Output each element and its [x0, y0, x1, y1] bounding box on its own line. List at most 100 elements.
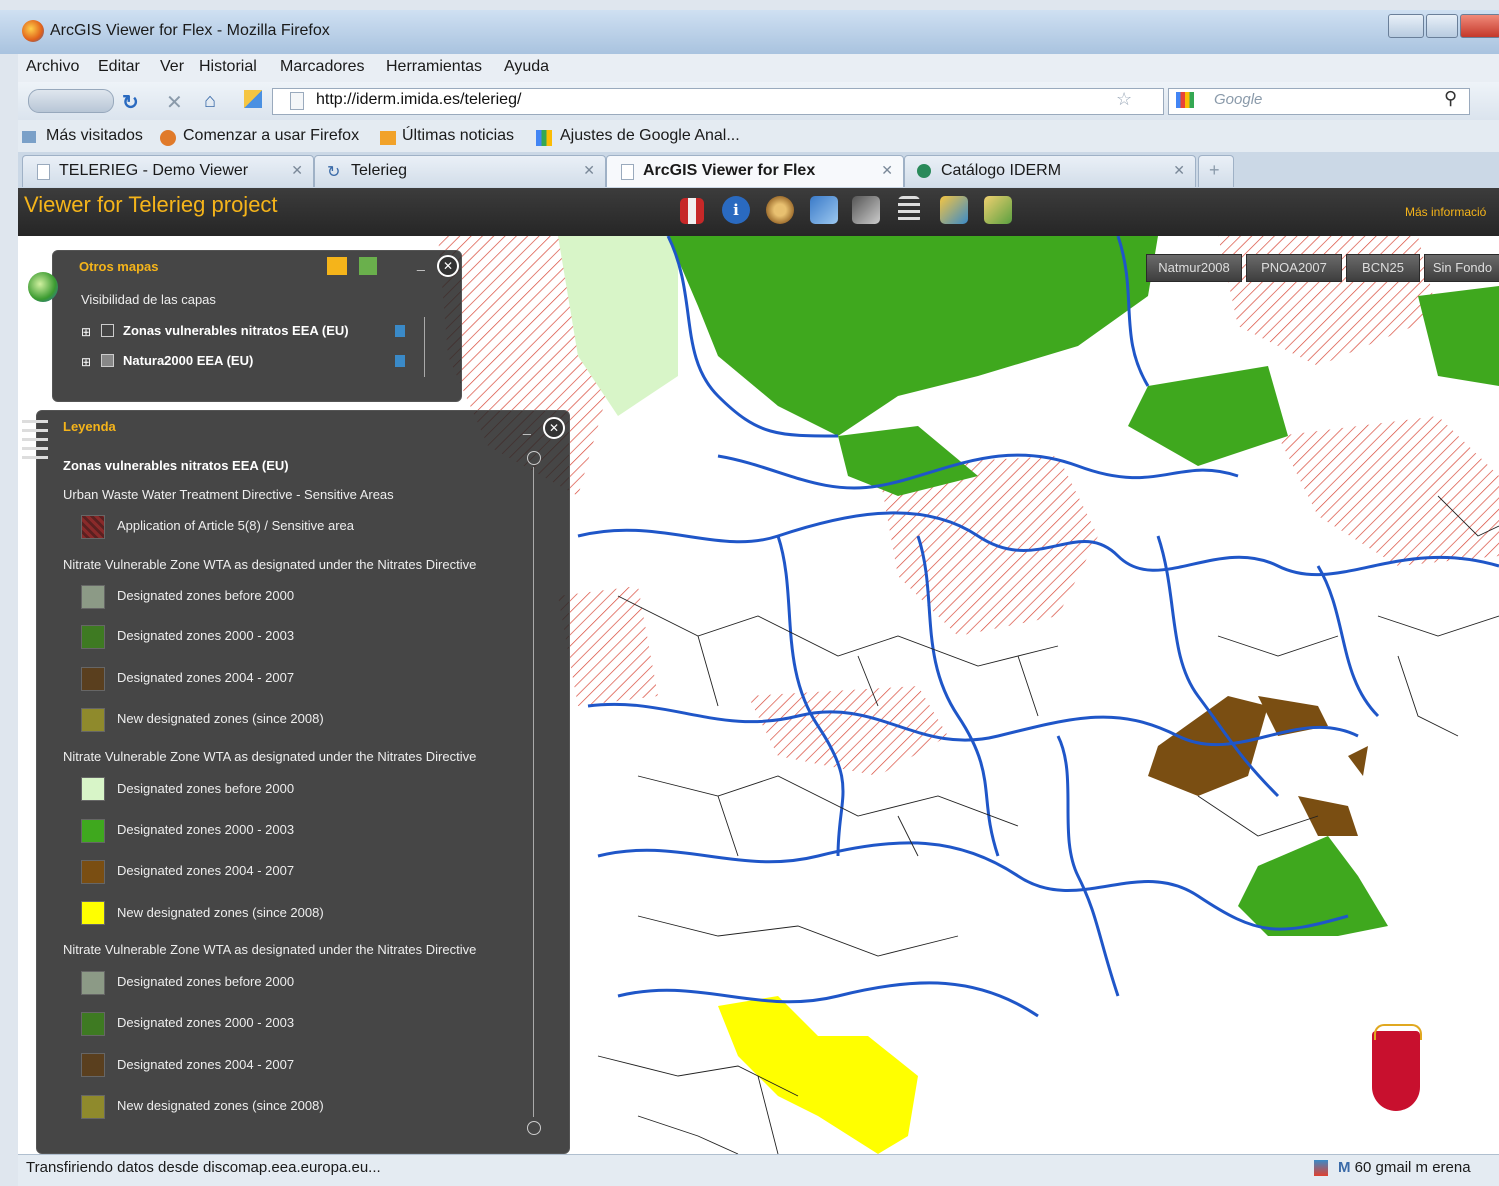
loading-icon: ↻	[327, 164, 341, 181]
legend-item-label: Designated zones 2004 - 2007	[117, 863, 295, 878]
info-tool-icon[interactable]: i	[722, 196, 750, 224]
legend-item-label: Designated zones 2004 - 2007	[117, 670, 295, 685]
scrollbar-track[interactable]	[533, 467, 534, 1117]
layer-natura2000[interactable]: Natura2000 EEA (EU)	[123, 353, 253, 368]
reload-icon[interactable]: ↻	[122, 90, 139, 115]
bookmark-ultimas-noticias[interactable]: Últimas noticias	[402, 127, 514, 145]
edit-tool-icon[interactable]	[810, 196, 838, 224]
transparency-slider[interactable]	[424, 317, 435, 377]
tab-bar: TELERIEG - Demo Viewer ✕ ↻ Telerieg ✕ Ar…	[18, 152, 1499, 188]
bookmark-addon-icon[interactable]	[244, 90, 262, 108]
gmail-notifier[interactable]: M 60 gmail m erena	[1338, 1159, 1471, 1176]
minimize-panel-button[interactable]: _	[417, 255, 425, 271]
legend-item-label: New designated zones (since 2008)	[117, 905, 324, 920]
new-tab-button[interactable]: +	[1198, 155, 1234, 187]
layers-panel: Otros mapas _ ✕ Visibilidad de las capas…	[52, 250, 462, 402]
tab-telerieg-demo[interactable]: TELERIEG - Demo Viewer ✕	[22, 155, 314, 187]
legend-swatch	[81, 667, 105, 691]
menubar: Archivo Editar Ver Historial Marcadores …	[18, 54, 1499, 82]
bookmark-comenzar[interactable]: Comenzar a usar Firefox	[183, 127, 359, 145]
close-tab-icon[interactable]: ✕	[1173, 162, 1185, 179]
close-panel-button[interactable]: ✕	[543, 417, 565, 439]
basemap-natmur2008[interactable]: Natmur2008	[1146, 254, 1242, 282]
measure-tool-icon[interactable]	[852, 196, 880, 224]
page-icon	[37, 164, 50, 180]
window-title: ArcGIS Viewer for Flex - Mozilla Firefox	[50, 22, 330, 39]
bookmark-mas-visitados[interactable]: Más visitados	[46, 127, 143, 145]
star-icon[interactable]: ☆	[1116, 89, 1132, 110]
legend-group-title: Nitrate Vulnerable Zone WTA as designate…	[63, 749, 477, 764]
expand-icon[interactable]: ⊞	[81, 355, 91, 369]
menu-archivo[interactable]: Archivo	[26, 58, 79, 76]
stop-icon[interactable]: ✕	[166, 90, 183, 115]
basemap-sin-fondo[interactable]: Sin Fondo	[1424, 254, 1499, 282]
close-window-button[interactable]	[1460, 14, 1499, 38]
close-tab-icon[interactable]: ✕	[881, 162, 893, 179]
layer-info-icon[interactable]	[395, 355, 405, 367]
legend-swatch	[81, 1095, 105, 1119]
close-panel-button[interactable]: ✕	[437, 255, 459, 277]
tab-arcgis-viewer[interactable]: ArcGIS Viewer for Flex ✕	[606, 155, 904, 187]
menu-marcadores[interactable]: Marcadores	[280, 58, 364, 76]
legend-swatch	[81, 777, 105, 801]
menu-ayuda[interactable]: Ayuda	[504, 58, 549, 76]
search-placeholder: Google	[1214, 91, 1263, 108]
gmail-count: 60 gmail m erena	[1354, 1159, 1471, 1176]
palette-tool-icon[interactable]	[766, 196, 794, 224]
legend-swatch	[81, 585, 105, 609]
basemap-pnoa2007[interactable]: PNOA2007	[1246, 254, 1342, 282]
legend-swatch	[81, 971, 105, 995]
tab-catalogo-iderm[interactable]: Catálogo IDERM ✕	[904, 155, 1196, 187]
minimize-panel-button[interactable]: _	[523, 419, 531, 435]
region-crest-icon	[1372, 1031, 1420, 1111]
legend-item-label: Designated zones 2004 - 2007	[117, 1057, 295, 1072]
plus-icon: +	[1209, 160, 1220, 180]
home-icon[interactable]: ⌂	[204, 90, 216, 113]
minimize-button[interactable]	[1388, 14, 1424, 38]
layer-checkbox[interactable]	[101, 354, 114, 367]
layers-panel-title: Otros mapas	[79, 259, 159, 274]
bookmark-ajustes-google[interactable]: Ajustes de Google Anal...	[560, 127, 740, 145]
map-icon[interactable]	[359, 257, 377, 275]
back-forward-icon[interactable]	[28, 89, 114, 113]
legend-toggle-icon[interactable]	[22, 420, 48, 460]
scroll-up-button[interactable]	[527, 451, 541, 465]
menu-historial[interactable]: Historial	[199, 58, 257, 76]
close-tab-icon[interactable]: ✕	[291, 162, 303, 179]
scroll-down-button[interactable]	[527, 1121, 541, 1135]
legend-item-label: New designated zones (since 2008)	[117, 711, 324, 726]
layers-globe-icon[interactable]	[28, 272, 58, 302]
tab-label: TELERIEG - Demo Viewer	[59, 162, 249, 179]
legend-item-label: Designated zones 2000 - 2003	[117, 822, 295, 837]
layer-checkbox[interactable]	[101, 324, 114, 337]
legend-item-label: New designated zones (since 2008)	[117, 1098, 324, 1113]
legend-item-label: Designated zones before 2000	[117, 588, 295, 603]
legend-group-title: Nitrate Vulnerable Zone WTA as designate…	[63, 942, 477, 957]
menu-editar[interactable]: Editar	[98, 58, 140, 76]
list-tool-icon[interactable]	[898, 196, 920, 224]
legend-swatch	[81, 515, 105, 539]
flag-tool-icon[interactable]	[680, 198, 704, 224]
url-text[interactable]: http://iderm.imida.es/telerieg/	[316, 91, 521, 109]
addon-icon[interactable]	[1314, 1160, 1328, 1176]
rss-icon	[380, 131, 396, 145]
search-icon[interactable]: ⚲	[1444, 88, 1457, 109]
layer-info-icon[interactable]	[395, 325, 405, 337]
more-info-link[interactable]: Más informació	[1405, 205, 1486, 219]
layer-zonas-vulnerables[interactable]: Zonas vulnerables nitratos EEA (EU)	[123, 323, 349, 338]
expand-icon[interactable]: ⊞	[81, 325, 91, 339]
legend-item-label: Designated zones before 2000	[117, 781, 295, 796]
tab-telerieg[interactable]: ↻ Telerieg ✕	[314, 155, 606, 187]
maximize-button[interactable]	[1426, 14, 1458, 38]
legend-item-label: Designated zones before 2000	[117, 974, 295, 989]
menu-ver[interactable]: Ver	[160, 58, 184, 76]
legend-panel: Leyenda _ ✕ Zonas vulnerables nitratos E…	[36, 410, 570, 1154]
google-engine-icon[interactable]	[1176, 92, 1194, 108]
map-tool-icon[interactable]	[984, 196, 1012, 224]
basemap-bcn25[interactable]: BCN25	[1346, 254, 1420, 282]
page-icon	[621, 164, 634, 180]
close-tab-icon[interactable]: ✕	[583, 162, 595, 179]
layers-tool-icon[interactable]	[940, 196, 968, 224]
menu-herramientas[interactable]: Herramientas	[386, 58, 482, 76]
folder-icon[interactable]	[327, 257, 347, 275]
